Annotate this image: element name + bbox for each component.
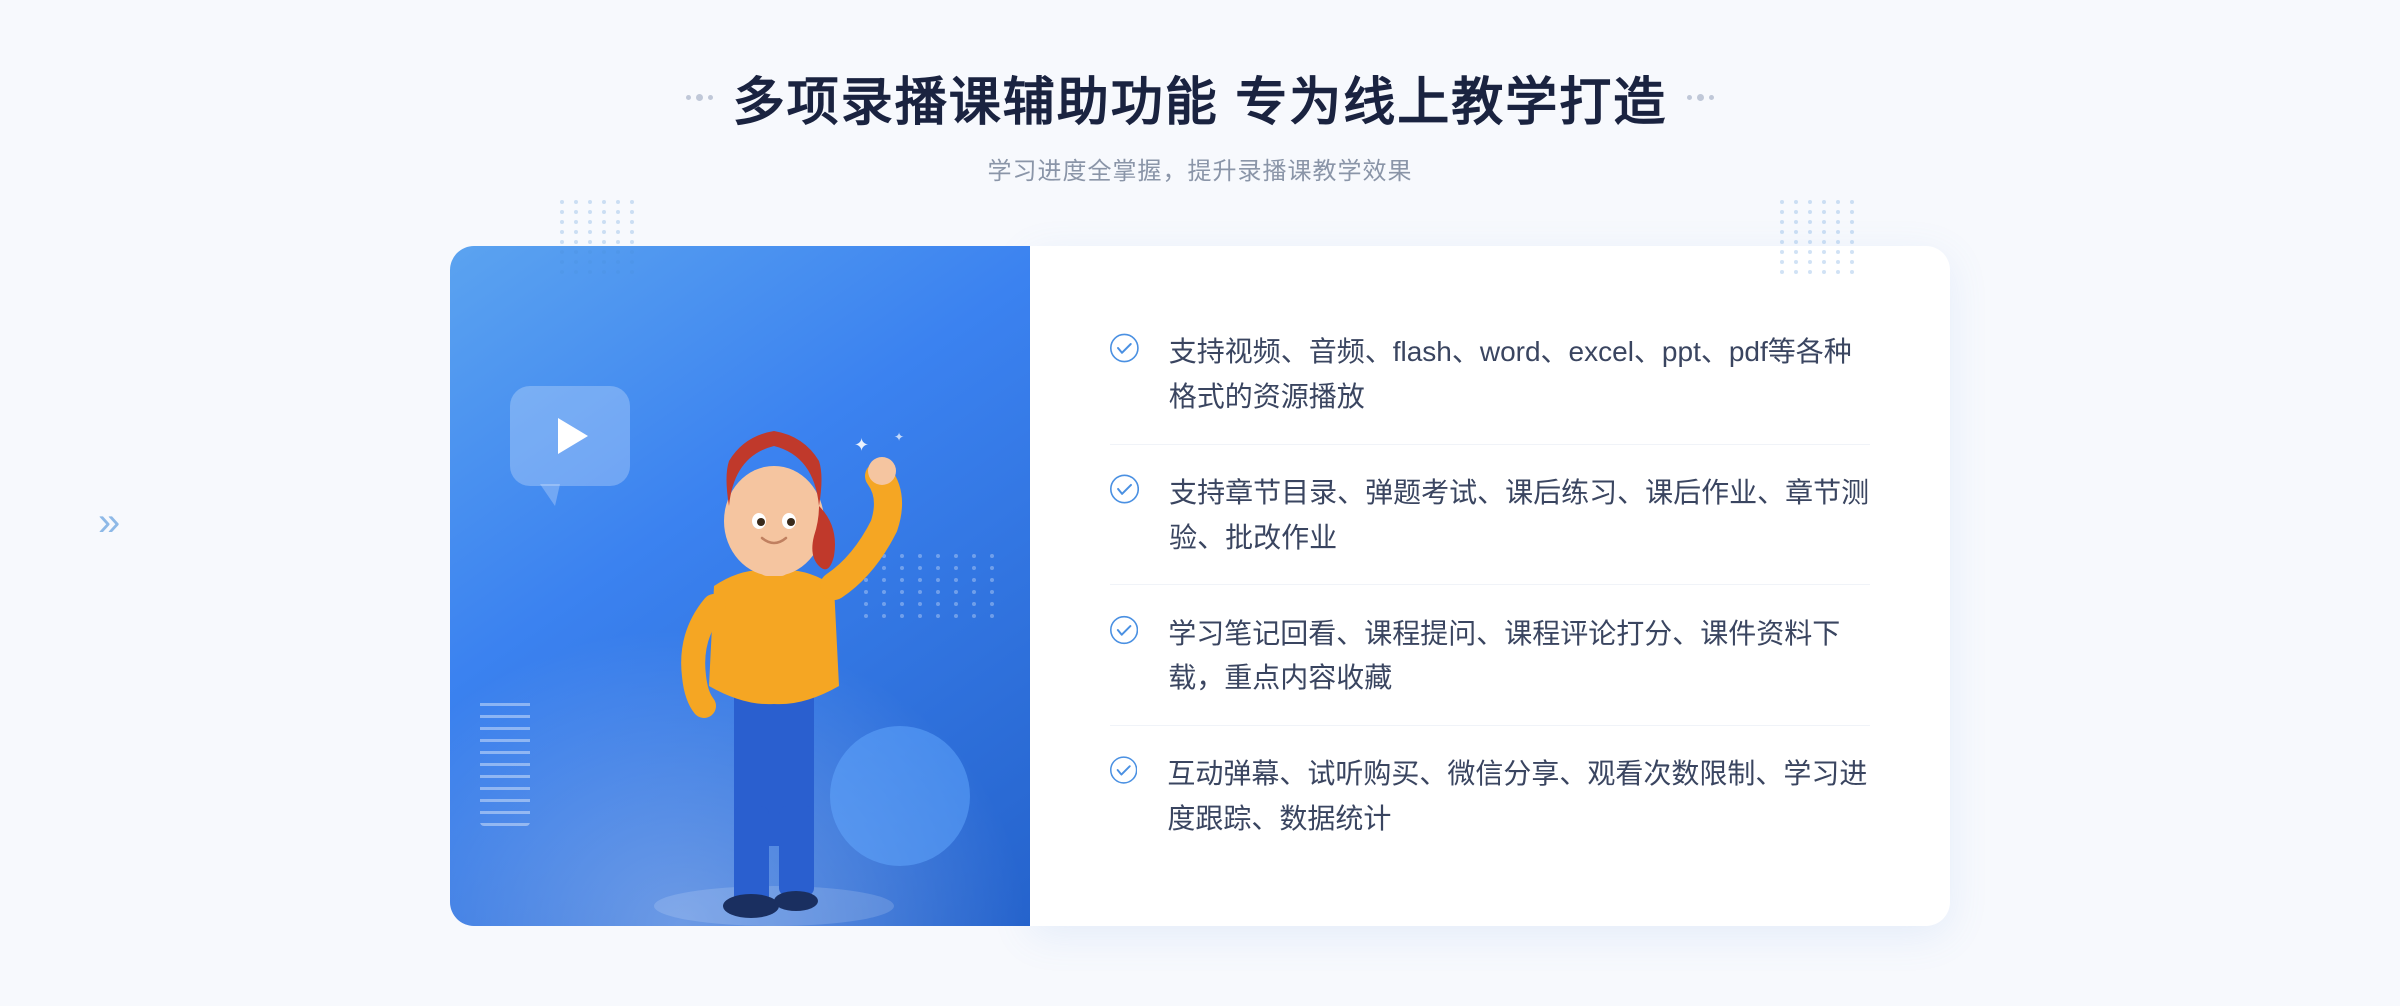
dots-decoration-left (560, 200, 620, 360)
dots-decoration-right (1780, 200, 1840, 360)
feature-text-2: 支持章节目录、弹题考试、课后练习、课后作业、章节测验、批改作业 (1169, 471, 1870, 561)
page-wrapper: » 多项录播课辅助功能 专为线上教学打造 学习进度全掌握，提升录播课教学效果 (0, 0, 2400, 1006)
check-icon-4 (1110, 752, 1137, 788)
check-icon-2 (1110, 471, 1139, 507)
svg-text:✦: ✦ (894, 430, 904, 444)
feature-item-4: 互动弹幕、试听购买、微信分享、观看次数限制、学习进度跟踪、数据统计 (1110, 728, 1870, 866)
header-decorators: 多项录播课辅助功能 专为线上教学打造 (686, 60, 1714, 135)
content-area: ✦ ✦ 支持视频、音频、flash、word、excel、ppt、pdf等各种格… (450, 246, 1950, 926)
check-icon-1 (1110, 330, 1139, 366)
feature-item-3: 学习笔记回看、课程提问、课程评论打分、课件资料下载，重点内容收藏 (1110, 588, 1870, 727)
striped-rect (480, 696, 530, 826)
main-title: 多项录播课辅助功能 专为线上教学打造 (733, 60, 1667, 135)
check-icon-3 (1110, 612, 1138, 648)
play-icon (558, 418, 588, 454)
decorator-dots-right (1687, 94, 1714, 101)
feature-item-2: 支持章节目录、弹题考试、课后练习、课后作业、章节测验、批改作业 (1110, 447, 1870, 586)
feature-text-4: 互动弹幕、试听购买、微信分享、观看次数限制、学习进度跟踪、数据统计 (1167, 752, 1870, 842)
feature-text-3: 学习笔记回看、课程提问、课程评论打分、课件资料下载，重点内容收藏 (1168, 612, 1870, 702)
character-illustration: ✦ ✦ (604, 366, 944, 926)
decorator-dots-left (686, 94, 713, 101)
header-section: 多项录播课辅助功能 专为线上教学打造 学习进度全掌握，提升录播课教学效果 (686, 60, 1714, 186)
subtitle: 学习进度全掌握，提升录播课教学效果 (686, 151, 1714, 186)
feature-item-1: 支持视频、音频、flash、word、excel、ppt、pdf等各种格式的资源… (1110, 306, 1870, 445)
chevron-left-decoration: » (98, 500, 120, 545)
feature-text-1: 支持视频、音频、flash、word、excel、ppt、pdf等各种格式的资源… (1169, 330, 1870, 420)
illustration-card: ✦ ✦ (450, 246, 1030, 926)
svg-text:✦: ✦ (854, 435, 869, 455)
